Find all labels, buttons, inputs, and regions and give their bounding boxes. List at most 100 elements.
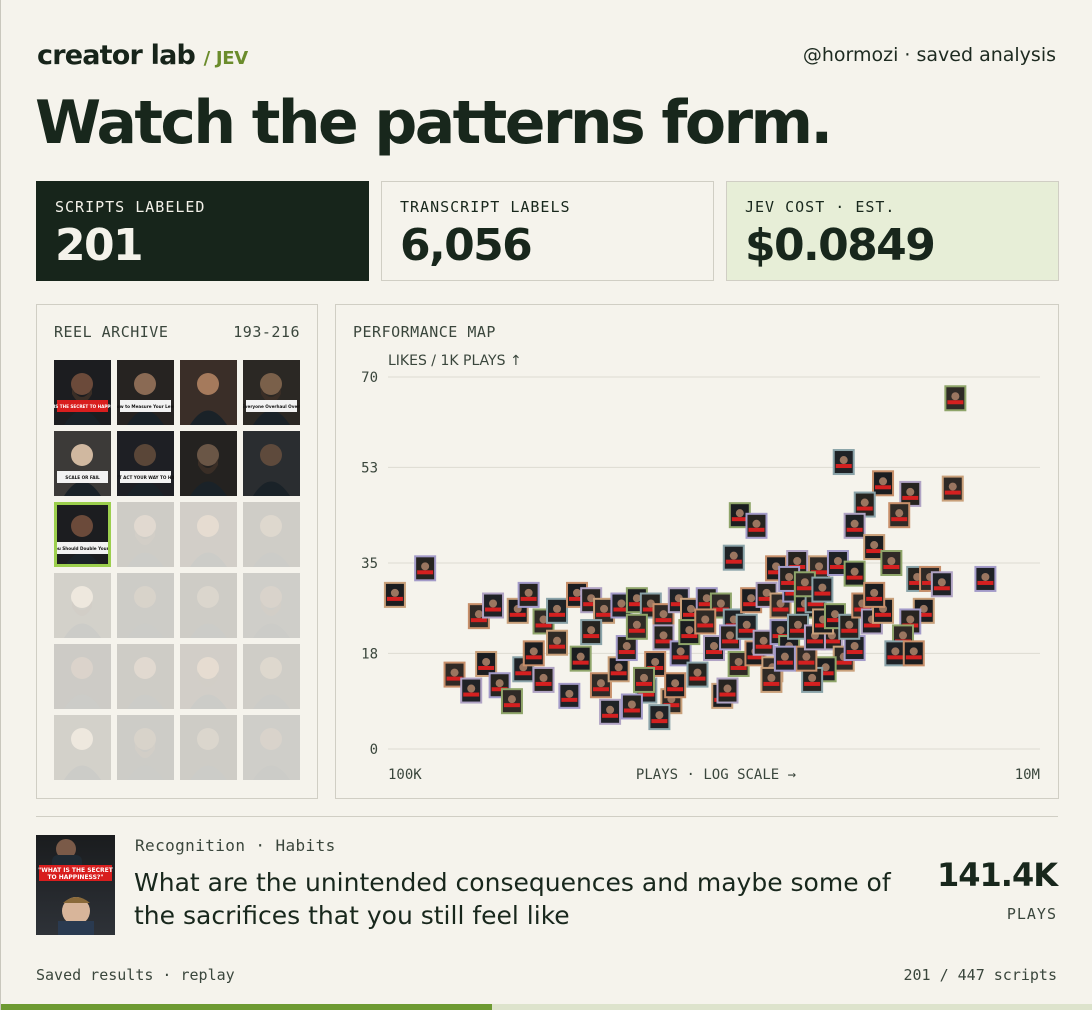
svg-text:How to Measure Your Level: How to Measure Your Level [117, 404, 174, 409]
scatter-point[interactable] [546, 597, 569, 624]
brand-sub: / JEV [203, 48, 249, 69]
scatter-point[interactable] [941, 475, 964, 502]
scatter-point[interactable] [546, 629, 569, 656]
reel-grid: "WHAT IS THE SECRET TO HAPPINESS?" How to… [54, 360, 302, 780]
brand-logo: creator lab / JEV [37, 40, 248, 71]
stat-scripts-labeled: SCRIPTS LABELED 201 [36, 181, 369, 281]
reel-thumbnail[interactable]: YOU CAN'T ACT YOUR WAY TO HAPPINESS [117, 431, 174, 496]
scatter-point[interactable] [832, 449, 855, 476]
scatter-point[interactable] [811, 576, 834, 603]
scatter-point[interactable] [558, 682, 581, 709]
scatter-point[interactable] [599, 698, 622, 725]
reel-thumbnail[interactable]: Fire Everyone Overhaul Overnight [243, 360, 300, 425]
scatter-point[interactable] [888, 502, 911, 529]
reel-thumbnail[interactable] [180, 431, 237, 496]
reel-thumbnail[interactable] [117, 715, 174, 780]
reel-thumbnail[interactable] [54, 715, 111, 780]
svg-text:YOU CAN'T ACT YOUR WAY TO HAPP: YOU CAN'T ACT YOUR WAY TO HAPPINESS [117, 475, 174, 480]
page-title: Watch the patterns form. [35, 88, 833, 158]
scatter-point[interactable] [694, 608, 717, 635]
scatter-point[interactable] [522, 640, 545, 667]
stat-label: SCRIPTS LABELED [55, 198, 206, 216]
scatter-point[interactable] [944, 385, 967, 412]
y-tick-label: 53 [361, 460, 378, 476]
scatter-point[interactable] [843, 512, 866, 539]
reel-thumbnail[interactable]: "WHAT IS THE SECRET TO HAPPINESS?" [54, 360, 111, 425]
progress-bar [1, 1004, 1092, 1010]
scatter-point[interactable] [745, 512, 768, 539]
x-axis-label: PLAYS · LOG SCALE → [636, 767, 796, 783]
y-axis-label: LIKES / 1K PLAYS ↑ [388, 353, 522, 369]
reel-archive-panel: REEL ARCHIVE 193-216 "WHAT IS THE SECRET… [36, 304, 318, 799]
reel-thumbnail[interactable] [54, 644, 111, 709]
scatter-point[interactable] [880, 550, 903, 576]
svg-text:Fire Everyone Overhaul Overnig: Fire Everyone Overhaul Overnight [243, 404, 300, 409]
svg-text:"WHAT IS THE SECRET TO HAPPINE: "WHAT IS THE SECRET TO HAPPINESS?" [54, 404, 111, 409]
svg-text:SCALE OR FAIL: SCALE OR FAIL [65, 475, 100, 480]
reel-thumbnail[interactable] [243, 715, 300, 780]
scatter-point[interactable] [863, 581, 886, 608]
scatter-point[interactable] [580, 619, 603, 646]
scatter-point[interactable] [722, 544, 745, 571]
detail-thumbnail[interactable]: "WHAT IS THE SECRET TO HAPPINESS?" [36, 835, 115, 935]
detail-plays-value: 141.4K [936, 856, 1058, 894]
detail-tags: Recognition · Habits [135, 836, 336, 855]
reel-thumbnail[interactable] [243, 644, 300, 709]
account-handle: @hormozi · saved analysis [802, 44, 1056, 66]
reel-thumbnail[interactable] [180, 502, 237, 567]
x-tick-label: 100K [388, 767, 422, 783]
scatter-point[interactable] [716, 677, 739, 704]
reel-thumbnail[interactable] [180, 715, 237, 780]
y-tick-label: 35 [361, 556, 378, 572]
brand-name: creator lab [37, 40, 196, 71]
scatter-point[interactable] [532, 666, 555, 693]
scatter-point[interactable] [482, 592, 505, 619]
stat-value: 6,056 [400, 220, 533, 271]
reel-thumbnail[interactable] [117, 644, 174, 709]
stat-jev-cost: JEV COST · EST. $0.0849 [726, 181, 1059, 281]
reel-thumbnail[interactable] [117, 502, 174, 567]
scatter-point[interactable] [843, 560, 866, 587]
svg-text:"WHAT IS THE SECRET: "WHAT IS THE SECRET [38, 867, 114, 874]
detail-quote: What are the unintended consequences and… [134, 868, 891, 930]
reel-thumbnail[interactable]: Why You Should Double Your Prices [54, 502, 111, 567]
reel-thumbnail[interactable] [243, 502, 300, 567]
scatter-point[interactable] [569, 645, 592, 672]
scatter-point[interactable] [773, 645, 796, 672]
reel-thumbnail[interactable] [243, 431, 300, 496]
scatter-point[interactable] [664, 672, 687, 699]
reel-thumbnail[interactable]: How to Measure Your Level [117, 360, 174, 425]
y-tick-label: 18 [361, 646, 378, 662]
scatter-point[interactable] [633, 666, 656, 693]
detail-plays-unit: PLAYS [1006, 905, 1057, 923]
scatter-point[interactable] [648, 704, 671, 731]
archive-title: REEL ARCHIVE [54, 323, 169, 341]
scatter-point[interactable] [383, 581, 406, 608]
footer-status: Saved results · replay [36, 966, 235, 984]
reel-thumbnail[interactable] [180, 644, 237, 709]
x-tick-label: 10M [1015, 767, 1040, 783]
scatter-point[interactable] [517, 581, 540, 608]
reel-thumbnail[interactable] [117, 573, 174, 638]
footer-count: 201 / 447 scripts [903, 966, 1057, 984]
scatter-point[interactable] [414, 555, 437, 582]
scatter-point[interactable] [930, 571, 953, 598]
reel-thumbnail[interactable] [54, 573, 111, 638]
stat-transcript-labels: TRANSCRIPT LABELS 6,056 [381, 181, 714, 281]
scatter-point[interactable] [460, 677, 483, 704]
scatter-point[interactable] [974, 565, 997, 592]
scatter-point[interactable] [500, 688, 523, 715]
scatter-point[interactable] [902, 640, 925, 667]
reel-thumbnail[interactable] [243, 573, 300, 638]
svg-text:TO HAPPINESS?": TO HAPPINESS?" [47, 874, 103, 881]
reel-thumbnail[interactable] [180, 573, 237, 638]
svg-text:Why You Should Double Your Pri: Why You Should Double Your Prices [54, 546, 111, 551]
scatter-point[interactable] [620, 693, 643, 720]
scatter-point[interactable] [686, 661, 709, 688]
stat-value: 201 [55, 220, 144, 271]
stat-label: TRANSCRIPT LABELS [400, 198, 571, 216]
reel-thumbnail[interactable] [180, 360, 237, 425]
stat-label: JEV COST · EST. [745, 198, 896, 216]
reel-thumbnail[interactable]: SCALE OR FAIL [54, 431, 111, 496]
scatter-point[interactable] [625, 613, 648, 640]
